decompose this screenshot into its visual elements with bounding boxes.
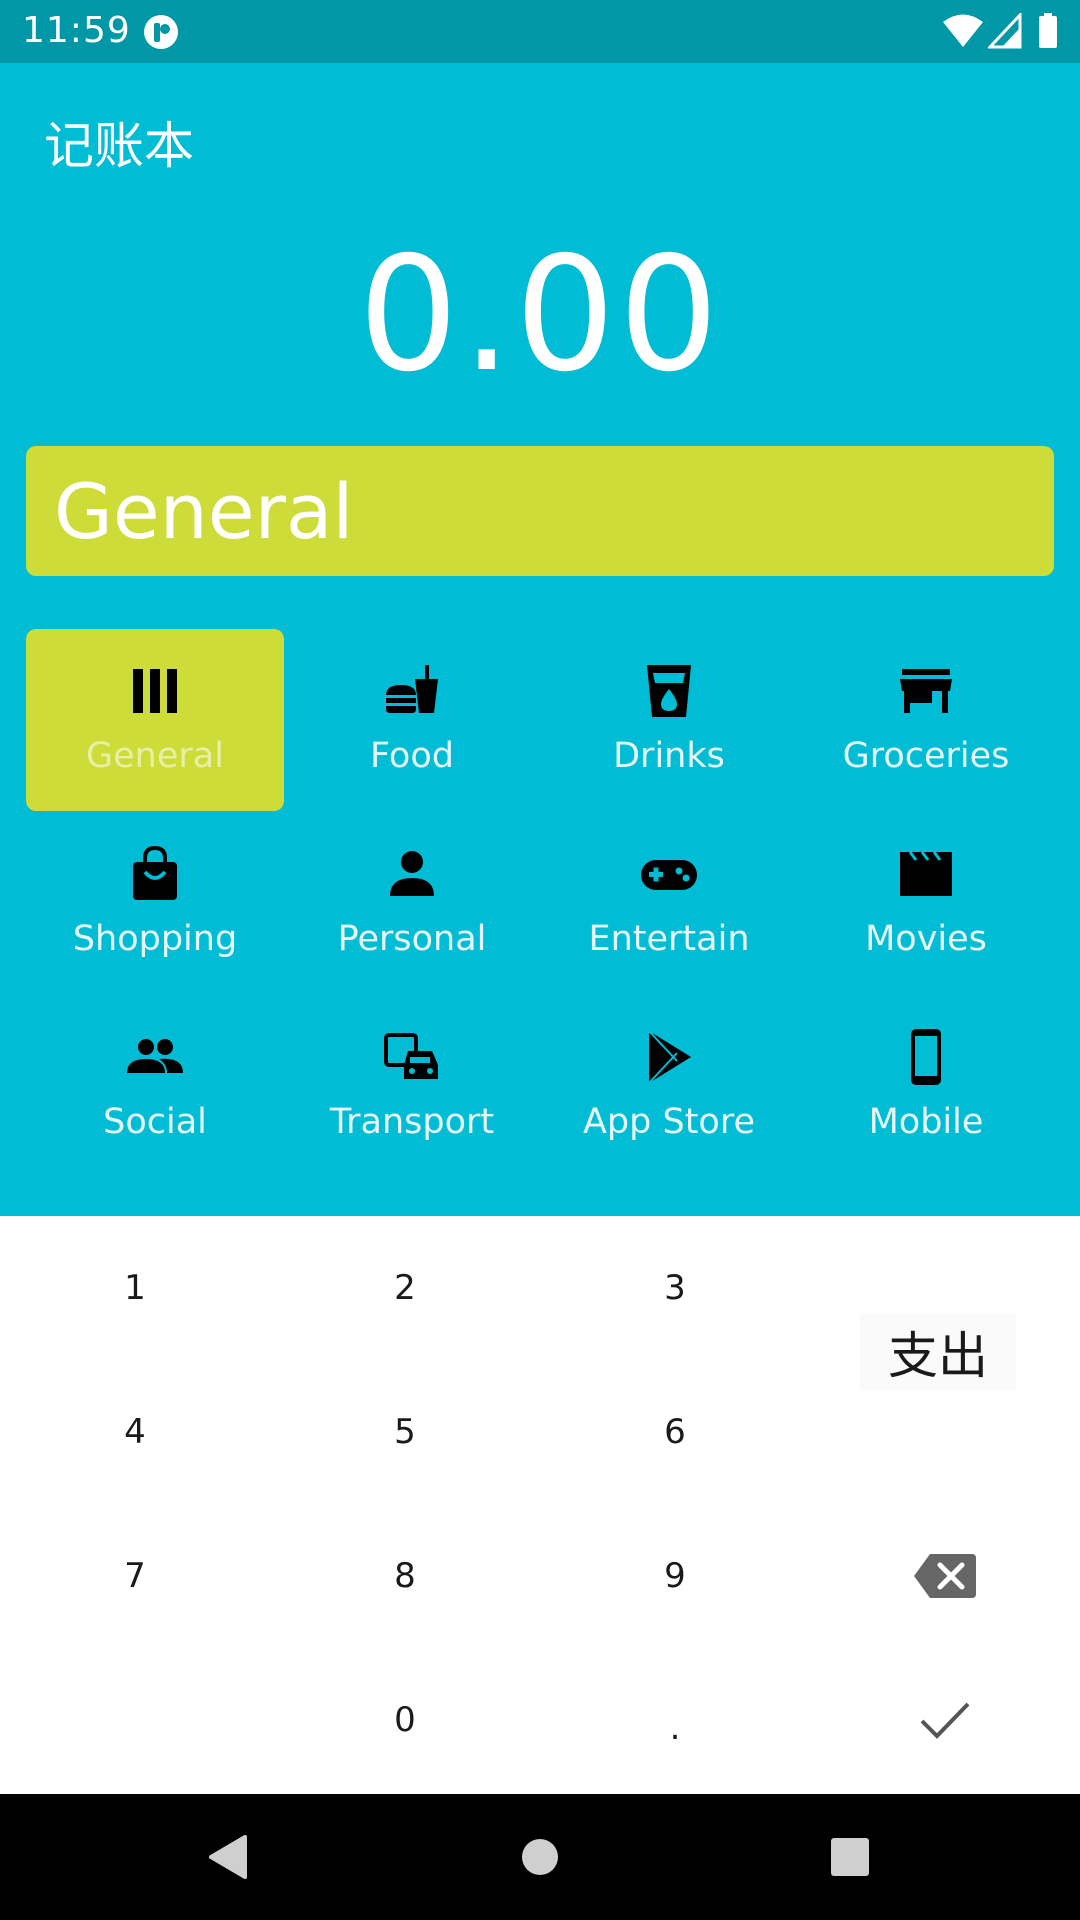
recents-icon (831, 1838, 869, 1876)
key-7[interactable]: 7 (0, 1504, 270, 1648)
category-general[interactable]: General (26, 629, 284, 811)
category-movies[interactable]: Movies (797, 812, 1055, 994)
play-store-icon (540, 1025, 798, 1089)
category-social[interactable]: Social (26, 995, 284, 1177)
person-icon (283, 842, 541, 906)
category-label: Transport (329, 1102, 495, 1142)
system-navigation-bar (0, 1794, 1080, 1920)
category-label: App Store (582, 1102, 755, 1142)
key-8[interactable]: 8 (270, 1504, 540, 1648)
category-label: Movies (865, 919, 987, 959)
category-label: Social (103, 1102, 207, 1142)
movie-clapper-icon (797, 842, 1055, 906)
key-9[interactable]: 9 (540, 1504, 810, 1648)
selected-category-label: General (54, 467, 354, 556)
amount-display: 0.00 (358, 223, 722, 407)
category-label: Mobile (868, 1102, 984, 1142)
key-2[interactable]: 2 (270, 1216, 540, 1360)
backspace-button[interactable] (810, 1504, 1080, 1648)
key-0[interactable]: 0 (270, 1648, 540, 1792)
expense-type-button[interactable]: 支出 (860, 1314, 1016, 1390)
key-6[interactable]: 6 (540, 1360, 810, 1504)
app-title: 记账本 (44, 117, 194, 175)
wifi-icon (943, 14, 983, 47)
drink-cup-icon (540, 659, 798, 723)
selected-category-banner: General (26, 446, 1054, 576)
backspace-icon (914, 1554, 976, 1598)
category-label: Drinks (613, 736, 725, 776)
confirm-button[interactable] (810, 1648, 1080, 1792)
app-notification-icon (144, 15, 178, 49)
nav-home-button[interactable] (460, 1794, 620, 1920)
transport-icon (283, 1025, 541, 1089)
number-keypad: 1 2 3 4 5 6 7 8 9 0 . 支出 (0, 1216, 1080, 1794)
category-label: Personal (337, 919, 487, 959)
bars-icon (26, 659, 284, 723)
category-label: Food (370, 736, 454, 776)
gamepad-icon (540, 842, 798, 906)
key-decimal[interactable]: . (540, 1656, 810, 1800)
category-drinks[interactable]: Drinks (540, 629, 798, 811)
category-transport[interactable]: Transport (283, 995, 541, 1177)
back-icon (209, 1835, 247, 1879)
home-icon (522, 1839, 558, 1875)
smartphone-icon (797, 1025, 1055, 1089)
battery-icon (1039, 13, 1057, 48)
category-shopping[interactable]: Shopping (26, 812, 284, 994)
category-entertain[interactable]: Entertain (540, 812, 798, 994)
fastfood-icon (283, 659, 541, 723)
key-4[interactable]: 4 (0, 1360, 270, 1504)
key-1[interactable]: 1 (0, 1216, 270, 1360)
store-icon (797, 659, 1055, 723)
nav-recents-button[interactable] (770, 1794, 930, 1920)
category-app-store[interactable]: App Store (540, 995, 798, 1177)
check-icon (920, 1702, 970, 1739)
category-food[interactable]: Food (283, 629, 541, 811)
category-groceries[interactable]: Groceries (797, 629, 1055, 811)
shopping-bag-icon (26, 842, 284, 906)
status-time: 11:59 (22, 10, 131, 51)
category-label: Shopping (72, 919, 238, 959)
category-label: Groceries (842, 736, 1010, 776)
cellular-signal-icon (988, 13, 1022, 49)
key-5[interactable]: 5 (270, 1360, 540, 1504)
category-label: Entertain (588, 919, 750, 959)
people-icon (26, 1025, 284, 1089)
category-personal[interactable]: Personal (283, 812, 541, 994)
nav-back-button[interactable] (148, 1794, 308, 1920)
category-mobile[interactable]: Mobile (797, 995, 1055, 1177)
key-3[interactable]: 3 (540, 1216, 810, 1360)
category-label: General (86, 736, 224, 776)
status-bar: 11:59 (0, 0, 1080, 63)
